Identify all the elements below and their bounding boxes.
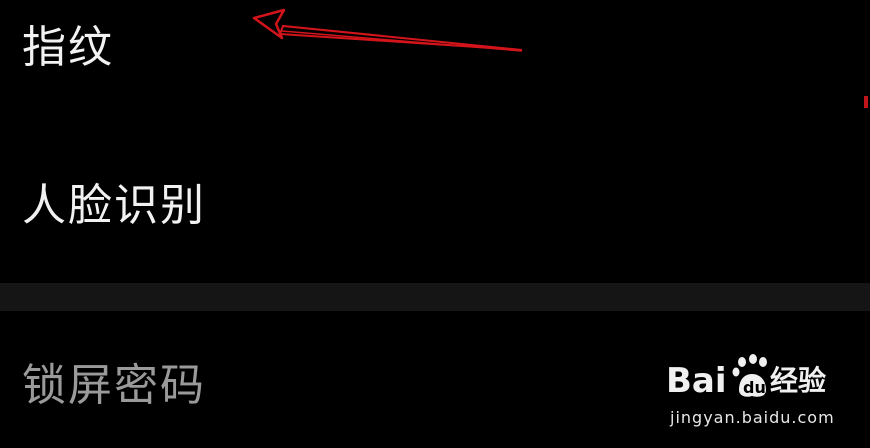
svg-text:Bai: Bai — [666, 361, 727, 401]
settings-item-label: 人脸识别 — [22, 180, 206, 231]
settings-item-fingerprint[interactable]: 指纹 — [0, 10, 870, 86]
section-divider — [0, 283, 870, 311]
red-mark — [864, 96, 868, 108]
settings-item-label: 指纹 — [22, 22, 114, 73]
settings-item-label: 锁屏密码 — [22, 360, 206, 411]
baidu-jingyan-logo-icon: Bai du 经验 — [666, 354, 826, 401]
svg-text:du: du — [743, 378, 766, 397]
svg-text:经验: 经验 — [770, 364, 826, 397]
baidu-jingyan-watermark: Bai du 经验 jingyan.baidu.com — [660, 350, 860, 440]
watermark-url: jingyan.baidu.com — [670, 408, 835, 427]
settings-item-face-recognition[interactable]: 人脸识别 — [0, 168, 870, 244]
